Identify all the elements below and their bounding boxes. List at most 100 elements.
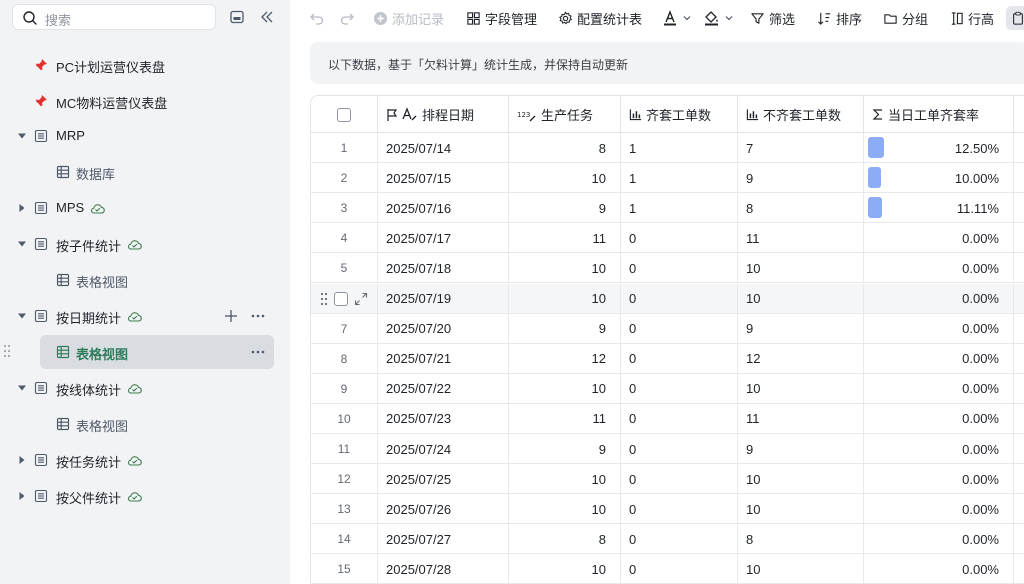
- drag-handle-icon[interactable]: [3, 344, 11, 358]
- notfull-count-cell[interactable]: 11: [738, 223, 864, 254]
- sort-button[interactable]: 排序: [817, 7, 862, 29]
- collapse-sidebar-icon[interactable]: [257, 7, 277, 27]
- date-cell[interactable]: 2025/07/23: [378, 403, 509, 434]
- table-row[interactable]: 9 2025/07/22 10 0 10 0.00%: [311, 373, 1024, 404]
- task-cell[interactable]: 12: [509, 343, 621, 374]
- row-index-cell[interactable]: 5: [311, 253, 378, 284]
- task-cell[interactable]: 11: [509, 223, 621, 254]
- column-header-full[interactable]: 齐套工单数: [621, 96, 738, 133]
- sidebar-item-table[interactable]: 按子件统计: [0, 227, 290, 261]
- date-cell[interactable]: 2025/07/22: [378, 373, 509, 404]
- rate-cell[interactable]: 11.11%: [864, 193, 1014, 224]
- sidebar-item-pinned[interactable]: PC计划运营仪表盘: [0, 48, 290, 82]
- table-row[interactable]: 14 2025/07/27 8 0 8 0.00%: [311, 524, 1024, 555]
- caret-down-icon[interactable]: [16, 382, 28, 394]
- caret-down-icon[interactable]: [16, 238, 28, 250]
- task-cell[interactable]: 10: [509, 163, 621, 194]
- task-cell[interactable]: 10: [509, 554, 621, 584]
- notfull-count-cell[interactable]: 10: [738, 494, 864, 525]
- column-header-notfull[interactable]: 不齐套工单数: [738, 96, 864, 133]
- caret-right-icon[interactable]: [16, 490, 28, 502]
- sidebar-item-view[interactable]: 表格视图: [0, 263, 290, 297]
- filter-button[interactable]: 筛选: [750, 7, 795, 29]
- table-row[interactable]: 5 2025/07/18 10 0 10 0.00%: [311, 253, 1024, 284]
- row-index-cell[interactable]: 13: [311, 494, 378, 525]
- row-index-cell[interactable]: 8: [311, 343, 378, 374]
- row-index-cell[interactable]: 3: [311, 193, 378, 224]
- notfull-count-cell[interactable]: 7: [738, 133, 864, 163]
- field-manage-button[interactable]: 字段管理: [466, 7, 537, 29]
- full-count-cell[interactable]: 0: [621, 283, 738, 314]
- table-row[interactable]: 1 2025/07/14 8 1 7 12.50%: [311, 133, 1024, 163]
- sidebar-item-pinned[interactable]: MC物料运营仪表盘: [0, 84, 290, 118]
- notfull-count-cell[interactable]: 9: [738, 163, 864, 194]
- rate-cell[interactable]: 0.00%: [864, 313, 1014, 344]
- more-options-icon[interactable]: [250, 344, 266, 360]
- notfull-count-cell[interactable]: 9: [738, 313, 864, 344]
- full-count-cell[interactable]: 0: [621, 554, 738, 584]
- rate-cell[interactable]: 0.00%: [864, 403, 1014, 434]
- drag-handle-icon[interactable]: [320, 292, 328, 306]
- rate-cell[interactable]: 0.00%: [864, 283, 1014, 314]
- task-cell[interactable]: 11: [509, 403, 621, 434]
- full-count-cell[interactable]: 1: [621, 133, 738, 163]
- row-index-cell[interactable]: 11: [311, 434, 378, 464]
- caret-right-icon[interactable]: [16, 454, 28, 466]
- table-row[interactable]: 3 2025/07/16 9 1 8 11.11%: [311, 193, 1024, 224]
- undo-icon[interactable]: [309, 7, 329, 29]
- rate-cell[interactable]: 12.50%: [864, 133, 1014, 163]
- rate-cell[interactable]: 0.00%: [864, 223, 1014, 254]
- notfull-count-cell[interactable]: 10: [738, 283, 864, 314]
- date-cell[interactable]: 2025/07/15: [378, 163, 509, 194]
- task-cell[interactable]: 8: [509, 524, 621, 555]
- date-cell[interactable]: 2025/07/27: [378, 524, 509, 555]
- rate-cell[interactable]: 0.00%: [864, 253, 1014, 284]
- task-cell[interactable]: 10: [509, 253, 621, 284]
- date-cell[interactable]: 2025/07/25: [378, 464, 509, 495]
- redo-icon[interactable]: [339, 7, 359, 29]
- table-row[interactable]: 10 2025/07/23 11 0 11 0.00%: [311, 403, 1024, 434]
- fill-color-button[interactable]: [703, 7, 738, 29]
- row-index-cell[interactable]: 9: [311, 373, 378, 404]
- table-row[interactable]: 11 2025/07/24 9 0 9 0.00%: [311, 434, 1024, 464]
- rate-cell[interactable]: 0.00%: [864, 554, 1014, 584]
- rate-cell[interactable]: 0.00%: [864, 343, 1014, 374]
- add-view-icon[interactable]: [223, 308, 239, 324]
- date-cell[interactable]: 2025/07/20: [378, 313, 509, 344]
- expand-icon[interactable]: [354, 292, 368, 306]
- row-checkbox[interactable]: [334, 291, 348, 306]
- full-count-cell[interactable]: 0: [621, 223, 738, 254]
- task-cell[interactable]: 10: [509, 373, 621, 404]
- full-count-cell[interactable]: 1: [621, 193, 738, 224]
- config-stats-button[interactable]: 配置统计表: [558, 7, 642, 29]
- full-count-cell[interactable]: 0: [621, 494, 738, 525]
- notfull-count-cell[interactable]: 10: [738, 253, 864, 284]
- text-color-button[interactable]: [662, 7, 696, 29]
- date-cell[interactable]: 2025/07/18: [378, 253, 509, 284]
- row-index-cell[interactable]: 1: [311, 133, 378, 163]
- full-count-cell[interactable]: 0: [621, 343, 738, 374]
- column-header-rate[interactable]: 当日工单齐套率: [864, 96, 1014, 133]
- sidebar-item-table[interactable]: MRP: [0, 119, 290, 153]
- add-record-button[interactable]: 添加记录: [373, 7, 444, 29]
- notfull-count-cell[interactable]: 8: [738, 524, 864, 555]
- table-row[interactable]: 4 2025/07/17 11 0 11 0.00%: [311, 223, 1024, 254]
- table-row[interactable]: 2025/07/19 10 0 10 0.00%: [311, 283, 1024, 314]
- sidebar-item-view[interactable]: 表格视图: [0, 407, 290, 441]
- select-all-checkbox[interactable]: [337, 107, 351, 122]
- table-row[interactable]: 8 2025/07/21 12 0 12 0.00%: [311, 343, 1024, 374]
- full-count-cell[interactable]: 0: [621, 434, 738, 464]
- notfull-count-cell[interactable]: 10: [738, 373, 864, 404]
- rate-cell[interactable]: 10.00%: [864, 163, 1014, 194]
- notfull-count-cell[interactable]: 11: [738, 403, 864, 434]
- rate-cell[interactable]: 0.00%: [864, 373, 1014, 404]
- caret-right-icon[interactable]: [16, 202, 28, 214]
- full-count-cell[interactable]: 0: [621, 253, 738, 284]
- clipboard-button[interactable]: [1006, 6, 1024, 30]
- row-index-cell[interactable]: 10: [311, 403, 378, 434]
- row-index-cell[interactable]: 14: [311, 524, 378, 555]
- caret-down-icon[interactable]: [16, 130, 28, 142]
- date-cell[interactable]: 2025/07/16: [378, 193, 509, 224]
- row-index-cell[interactable]: 7: [311, 313, 378, 344]
- notfull-count-cell[interactable]: 10: [738, 464, 864, 495]
